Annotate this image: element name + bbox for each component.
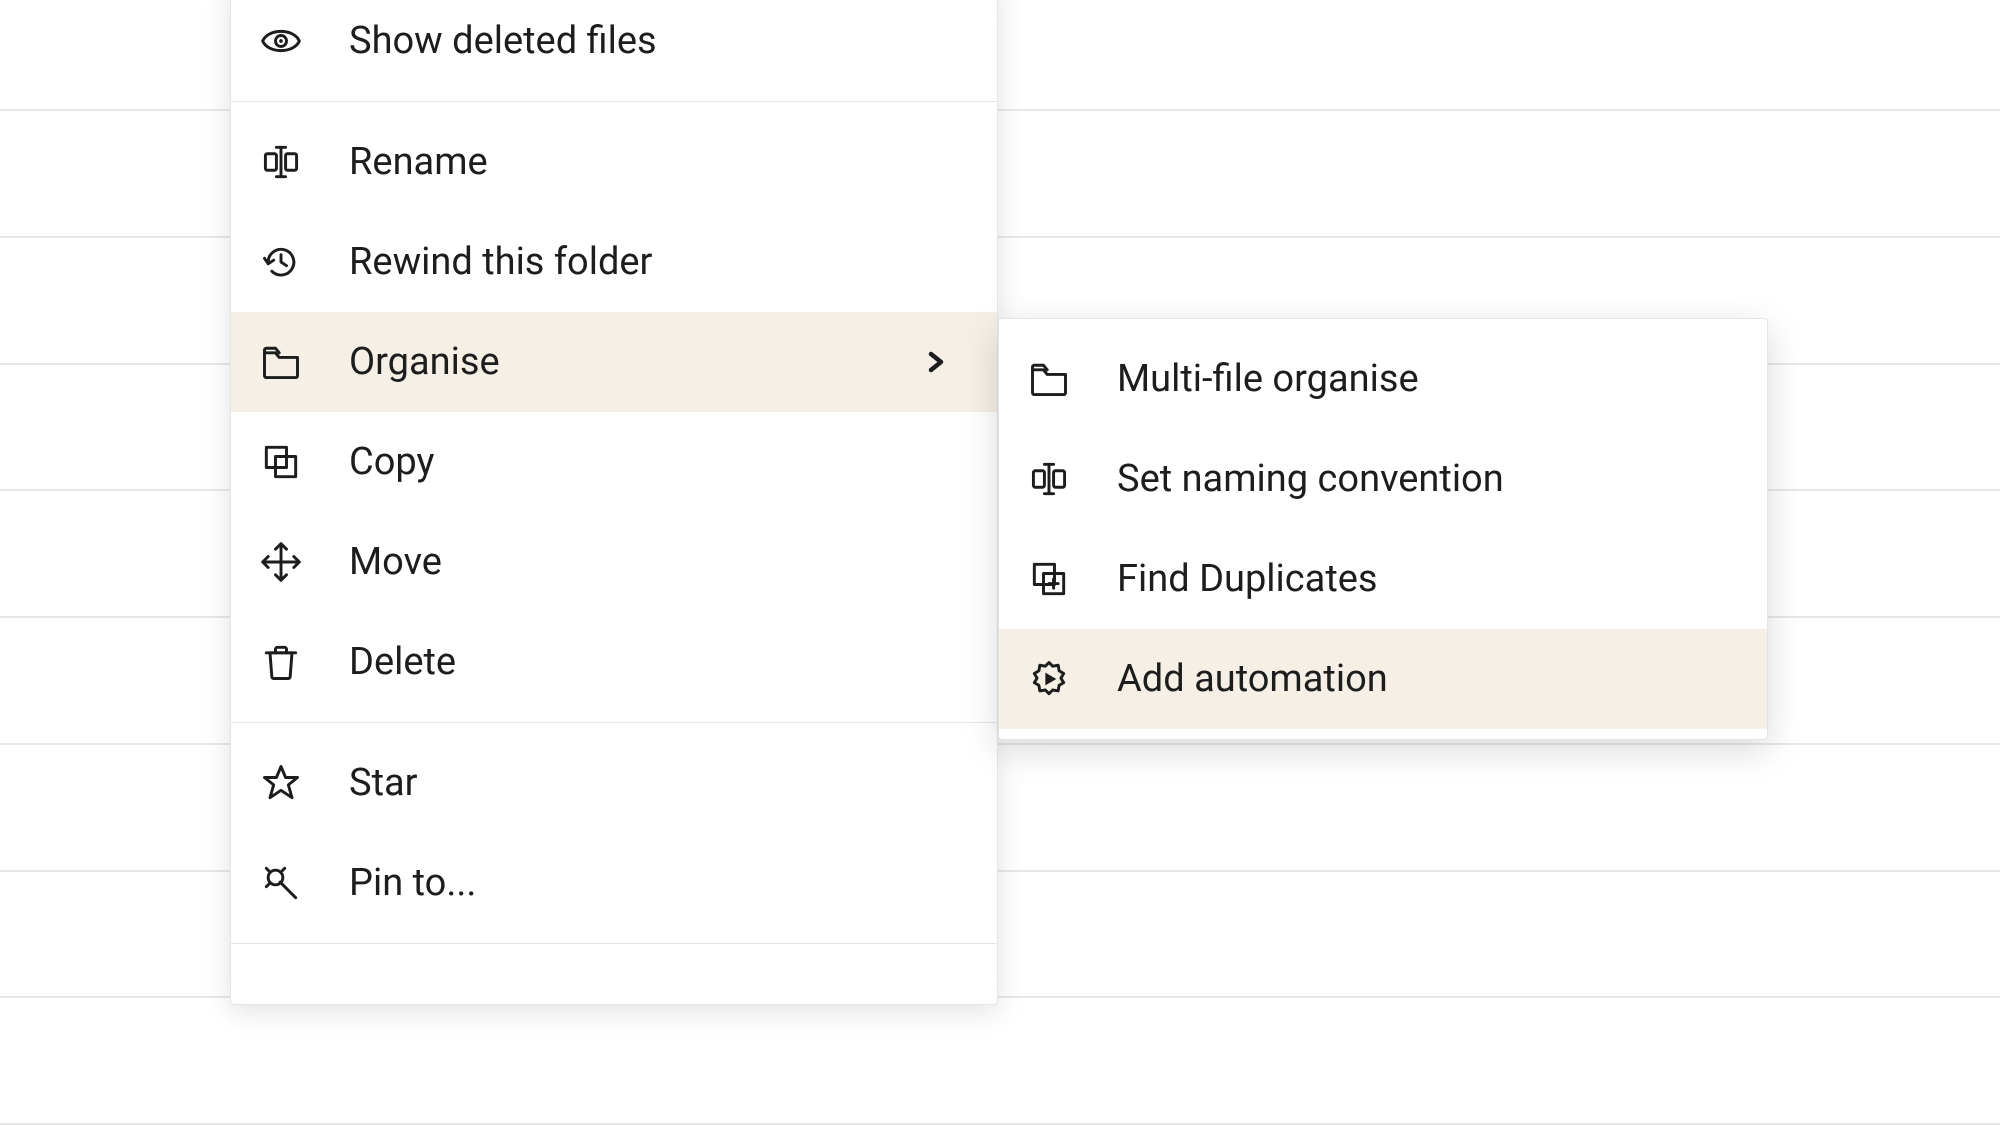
duplicate-icon — [1027, 557, 1071, 601]
menu-label: Delete — [349, 640, 949, 684]
menu-item-move[interactable]: Move — [231, 512, 997, 612]
menu-label: Star — [349, 761, 949, 805]
menu-item-organise[interactable]: Organise — [231, 312, 997, 412]
menu-item-rename[interactable]: Rename — [231, 112, 997, 212]
rename-icon — [259, 140, 303, 184]
submenu-item-duplicates[interactable]: Find Duplicates — [999, 529, 1767, 629]
menu-label: Copy — [349, 440, 949, 484]
menu-label: Move — [349, 540, 949, 584]
menu-label: Add automation — [1117, 657, 1719, 701]
move-icon — [259, 540, 303, 584]
submenu-item-multi-file[interactable]: Multi-file organise — [999, 329, 1767, 429]
menu-item-copy[interactable]: Copy — [231, 412, 997, 512]
menu-label: Set naming convention — [1117, 457, 1719, 501]
folder-icon — [1027, 357, 1071, 401]
menu-label: Pin to... — [349, 861, 949, 905]
menu-item-show-deleted[interactable]: Show deleted files — [231, 0, 997, 91]
star-icon — [259, 761, 303, 805]
menu-item-delete[interactable]: Delete — [231, 612, 997, 712]
automation-icon — [1027, 657, 1071, 701]
menu-label: Find Duplicates — [1117, 557, 1719, 601]
menu-label: Rename — [349, 140, 949, 184]
rename-icon — [1027, 457, 1071, 501]
copy-icon — [259, 440, 303, 484]
pin-icon — [259, 861, 303, 905]
history-icon — [259, 240, 303, 284]
menu-label: Rewind this folder — [349, 240, 949, 284]
organise-submenu: Multi-file organise Set naming conventio… — [998, 318, 1768, 740]
folder-icon — [259, 340, 303, 384]
chevron-right-icon — [921, 348, 949, 376]
menu-item-rewind[interactable]: Rewind this folder — [231, 212, 997, 312]
menu-label: Multi-file organise — [1117, 357, 1719, 401]
menu-label: Organise — [349, 340, 921, 384]
submenu-item-automation[interactable]: Add automation — [999, 629, 1767, 729]
menu-item-pin[interactable]: Pin to... — [231, 833, 997, 933]
menu-label: Show deleted files — [349, 19, 949, 63]
menu-item-star[interactable]: Star — [231, 733, 997, 833]
context-menu: Show deleted files Rename Rewind this fo… — [230, 0, 998, 1005]
submenu-item-naming[interactable]: Set naming convention — [999, 429, 1767, 529]
trash-icon — [259, 640, 303, 684]
eye-icon — [259, 19, 303, 63]
